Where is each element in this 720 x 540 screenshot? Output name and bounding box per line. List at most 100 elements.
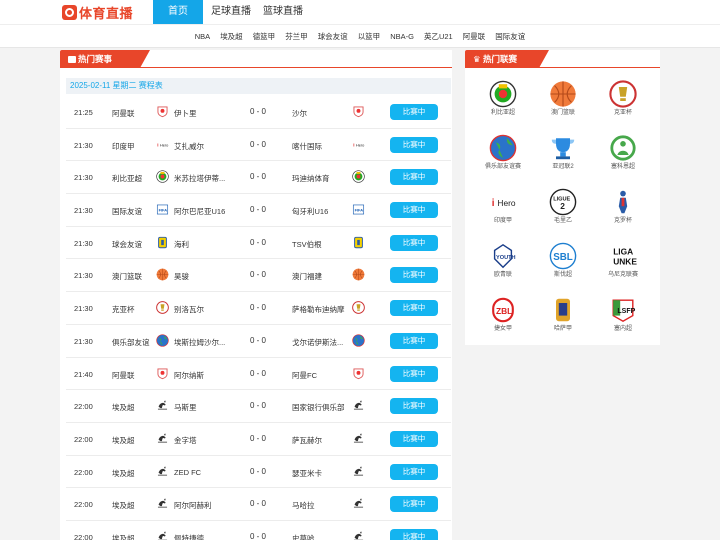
live-status-button[interactable]: 比赛中 (390, 136, 438, 153)
nav-basketball-live[interactable]: 篮球直播 (257, 0, 309, 24)
live-status-button[interactable]: 比赛中 (390, 398, 438, 415)
subnav-item[interactable]: 以篮甲 (354, 31, 385, 42)
nav-home[interactable]: 首页 (153, 0, 203, 24)
away-team[interactable]: 瑟亚米卡 (292, 468, 348, 479)
match-league[interactable]: 埃及超 (112, 468, 152, 479)
match-row[interactable]: 21:30 印度甲 i Hero 艾扎威尔 0 - 0 喀什国际 i Hero 比赛… (66, 129, 451, 162)
away-team[interactable]: 戈尔诺伊斯法... (292, 337, 348, 348)
home-team[interactable]: 埃斯拉姆沙尔... (174, 337, 230, 348)
home-team[interactable]: 佩特捷德 (174, 533, 230, 540)
league-item[interactable]: 克罗杯 (593, 188, 653, 236)
match-league[interactable]: 国际友谊 (112, 206, 152, 217)
home-team[interactable]: 昊骏 (174, 271, 230, 282)
match-row[interactable]: 22:00 埃及超 佩特捷德 0 - 0 史莫哈 比赛中 (66, 521, 451, 540)
home-team[interactable]: 阿尔阿赫利 (174, 500, 230, 511)
live-status-button[interactable]: 比赛中 (390, 234, 438, 251)
subnav-item[interactable]: NBA-G (386, 32, 418, 41)
league-item[interactable]: 澳门篮联 (533, 80, 593, 128)
league-item[interactable]: 俱乐部友谊赛 (473, 134, 533, 182)
match-league[interactable]: 埃及超 (112, 435, 152, 446)
live-status-button[interactable]: 比赛中 (390, 496, 438, 513)
match-league[interactable]: 埃及超 (112, 500, 152, 511)
league-item[interactable]: SBL 斯伐超 (533, 242, 593, 290)
live-status-button[interactable]: 比赛中 (390, 104, 438, 120)
away-team[interactable]: 国家银行俱乐部 (292, 402, 348, 413)
nav-football-live[interactable]: 足球直播 (205, 0, 257, 24)
subnav-item[interactable]: 阿曼联 (459, 31, 490, 42)
match-row[interactable]: 22:00 埃及超 阿尔阿赫利 0 - 0 马哈拉 比赛中 (66, 488, 451, 521)
match-league[interactable]: 印度甲 (112, 141, 152, 152)
match-row[interactable]: 22:00 埃及超 马斯里 0 - 0 国家银行俱乐部 比赛中 (66, 390, 451, 423)
league-item[interactable]: 塞科恩超 (593, 134, 653, 182)
league-item[interactable]: i Hero 印度甲 (473, 188, 533, 236)
subnav-item[interactable]: 球会友谊 (314, 31, 352, 42)
live-status-button[interactable]: 比赛中 (390, 528, 438, 540)
live-status-button[interactable]: 比赛中 (390, 365, 438, 382)
away-team[interactable]: 萨格勒布迪纳摩 (292, 304, 348, 315)
home-team[interactable]: 马斯里 (174, 402, 230, 413)
league-item[interactable]: 利比亚超 (473, 80, 533, 128)
league-item[interactable]: 亚冠联2 (533, 134, 593, 182)
match-row[interactable]: 21:30 克亚杯 别洛瓦尔 0 - 0 萨格勒布迪纳摩 比赛中 (66, 292, 451, 325)
subnav-item[interactable]: 国际友谊 (491, 31, 529, 42)
away-team[interactable]: 萨瓦赫尔 (292, 435, 348, 446)
away-team[interactable]: 喀什国际 (292, 141, 348, 152)
live-status-button[interactable]: 比赛中 (390, 463, 438, 480)
home-team[interactable]: 阿尔巴尼亚U16 (174, 206, 230, 217)
away-team[interactable]: 阿曼FC (292, 370, 348, 381)
match-league[interactable]: 埃及超 (112, 402, 152, 413)
home-team[interactable]: 金字塔 (174, 435, 230, 446)
match-league[interactable]: 克亚杯 (112, 304, 152, 315)
live-status-button[interactable]: 比赛中 (390, 300, 438, 317)
home-team[interactable]: ZED FC (174, 468, 230, 477)
home-team[interactable]: 海利 (174, 239, 230, 250)
league-item[interactable]: 克亚杯 (593, 80, 653, 128)
away-team[interactable]: 匈牙利U16 (292, 206, 348, 217)
away-team[interactable]: 澳门福建 (292, 271, 348, 282)
match-league[interactable]: 阿曼联 (112, 370, 152, 381)
league-item[interactable]: LSFP 塞内超 (593, 296, 653, 344)
subnav-item[interactable]: 埃及超 (216, 31, 247, 42)
away-team[interactable]: TSV伯根 (292, 239, 348, 250)
league-item[interactable]: ZBL 捷女甲 (473, 296, 533, 344)
away-team[interactable]: 沙尔 (292, 108, 348, 119)
away-team[interactable]: 史莫哈 (292, 533, 348, 540)
league-item[interactable]: LIGA UNKE 乌尼克联赛 (593, 242, 653, 290)
match-league[interactable]: 埃及超 (112, 533, 152, 540)
match-row[interactable]: 21:30 澳门篮联 昊骏 0 - 0 澳门福建 比赛中 (66, 259, 451, 293)
home-team[interactable]: 米苏拉塔伊蒂... (174, 173, 230, 184)
away-team[interactable]: 马哈拉 (292, 500, 348, 511)
subnav-item[interactable]: NBA (191, 32, 214, 41)
match-league[interactable]: 利比亚超 (112, 173, 152, 184)
live-status-button[interactable]: 比赛中 (390, 169, 438, 186)
match-row[interactable]: 21:30 利比亚超 米苏拉塔伊蒂... 0 - 0 玛迪纳体育 比赛中 (66, 161, 451, 195)
match-league[interactable]: 球会友谊 (112, 239, 152, 250)
home-team[interactable]: 别洛瓦尔 (174, 304, 230, 315)
league-item[interactable]: YOUTH 欧青联 (473, 242, 533, 290)
match-row[interactable]: 21:40 阿曼联 阿尔纳斯 0 - 0 阿曼FC 比赛中 (66, 358, 451, 391)
live-status-button[interactable]: 比赛中 (390, 267, 438, 284)
live-status-button[interactable]: 比赛中 (390, 430, 438, 447)
live-status-button[interactable]: 比赛中 (390, 202, 438, 219)
match-row[interactable]: 21:30 俱乐部友谊 埃斯拉姆沙尔... 0 - 0 戈尔诺伊斯法... 比赛… (66, 325, 451, 358)
site-logo[interactable]: 体育直播 (62, 4, 133, 21)
match-league[interactable]: 俱乐部友谊 (112, 337, 152, 348)
match-league[interactable]: 阿曼联 (112, 108, 152, 119)
live-status-button[interactable]: 比赛中 (390, 332, 438, 349)
svg-text:Hero: Hero (356, 142, 364, 147)
match-league[interactable]: 澳门篮联 (112, 271, 152, 282)
home-team[interactable]: 阿尔纳斯 (174, 370, 230, 381)
home-team[interactable]: 伊卜里 (174, 108, 230, 119)
league-item[interactable]: 哈萨甲 (533, 296, 593, 344)
home-team[interactable]: 艾扎威尔 (174, 141, 230, 152)
match-row[interactable]: 22:00 埃及超 金字塔 0 - 0 萨瓦赫尔 比赛中 (66, 423, 451, 456)
away-team[interactable]: 玛迪纳体育 (292, 173, 348, 184)
subnav-item[interactable]: 芬兰甲 (281, 31, 312, 42)
match-row[interactable]: 22:00 埃及超 ZED FC 0 - 0 瑟亚米卡 比赛中 (66, 456, 451, 489)
league-item[interactable]: LIGUE 2 毛里乙 (533, 188, 593, 236)
match-row[interactable]: 21:30 球会友谊 海利 0 - 0 TSV伯根 比赛中 (66, 227, 451, 260)
match-row[interactable]: 21:25 阿曼联 伊卜里 0 - 0 沙尔 比赛中 (66, 96, 451, 129)
subnav-item[interactable]: 德篮甲 (249, 31, 280, 42)
subnav-item[interactable]: 英乙U21 (420, 31, 457, 42)
match-row[interactable]: 21:30 国际友谊 FIFA 阿尔巴尼亚U16 0 - 0 匈牙利U16 FI… (66, 194, 451, 227)
